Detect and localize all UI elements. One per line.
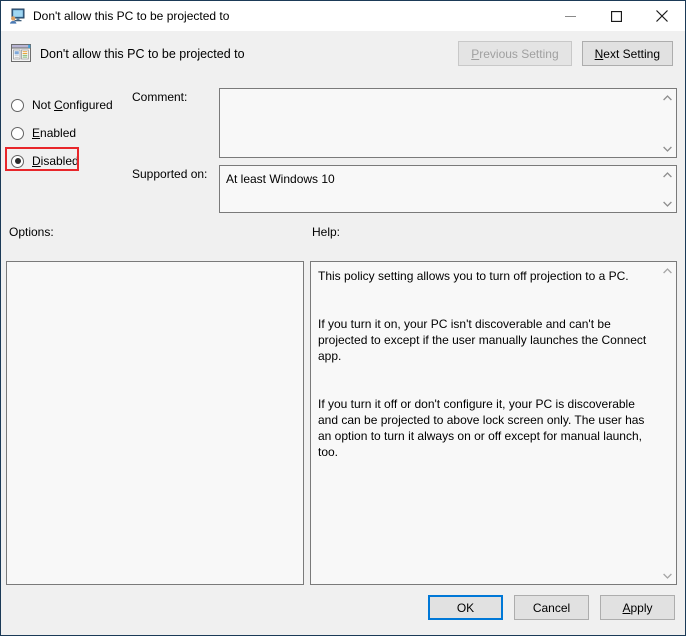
apply-button[interactable]: Apply: [600, 595, 675, 620]
options-label: Options:: [9, 225, 54, 239]
comment-scroll-up-icon[interactable]: [659, 89, 676, 106]
radio-enabled-label: Enabled: [32, 126, 77, 140]
previous-setting-button: Previous Setting: [458, 41, 572, 66]
radio-enabled-mark[interactable]: [11, 126, 24, 140]
next-setting-mnemonic: N: [594, 46, 604, 61]
radio-disabled[interactable]: Disabled: [11, 147, 131, 175]
radio-not-configured-mark[interactable]: [11, 98, 24, 112]
comment-textbox[interactable]: [219, 88, 677, 158]
radio-disabled-mark[interactable]: [11, 154, 24, 168]
caption-buttons: [547, 1, 685, 31]
policy-setting-dialog: Don't allow this PC to be projected to D…: [0, 0, 686, 636]
close-button[interactable]: [639, 1, 685, 31]
title-bar: Don't allow this PC to be projected to: [1, 1, 685, 31]
window-title: Don't allow this PC to be projected to: [33, 9, 230, 23]
previous-setting-label: revious Setting: [479, 46, 559, 61]
next-setting-label: ext Setting: [603, 46, 660, 61]
previous-setting-mnemonic: P: [471, 46, 480, 61]
setting-header: Don't allow this PC to be projected to P…: [2, 31, 685, 83]
apply-label: pply: [630, 600, 653, 615]
radio-enabled[interactable]: Enabled: [11, 119, 131, 147]
options-panel[interactable]: [6, 261, 304, 585]
footer-buttons: OK Cancel Apply: [428, 595, 675, 620]
radio-not-configured[interactable]: Not Configured: [11, 91, 131, 119]
help-scroll-up-icon[interactable]: [659, 262, 676, 279]
supported-on-label: Supported on:: [132, 167, 208, 181]
dialog-footer: OK Cancel Apply: [1, 585, 685, 635]
maximize-button[interactable]: [593, 1, 639, 31]
help-scrollbar[interactable]: [659, 262, 676, 584]
policy-state-radio-group: Not Configured Enabled Disabled: [11, 91, 131, 175]
setting-title: Don't allow this PC to be projected to: [40, 47, 245, 61]
apply-mnemonic: A: [622, 600, 631, 615]
radio-not-configured-label: Not Configured: [32, 98, 113, 112]
help-text: This policy setting allows you to turn o…: [318, 268, 648, 460]
cancel-button[interactable]: Cancel: [514, 595, 589, 620]
comment-label: Comment:: [132, 90, 188, 104]
remote-desktop-icon: [9, 8, 25, 24]
ok-button[interactable]: OK: [428, 595, 503, 620]
supported-on-scroll-up-icon[interactable]: [659, 166, 676, 183]
supported-on-scroll-down-icon[interactable]: [659, 195, 676, 212]
radio-disabled-label: Disabled: [32, 154, 79, 168]
policy-setting-icon: [10, 42, 32, 64]
help-paragraph-2: If you turn it on, your PC isn't discove…: [318, 317, 647, 363]
help-paragraph-3: If you turn it off or don't configure it…: [318, 397, 645, 459]
comment-scroll-down-icon[interactable]: [659, 140, 676, 157]
help-panel[interactable]: This policy setting allows you to turn o…: [310, 261, 677, 585]
next-setting-button[interactable]: Next Setting: [581, 41, 673, 66]
supported-on-textbox[interactable]: At least Windows 10: [219, 165, 677, 213]
supported-on-scrollbar[interactable]: [659, 166, 676, 212]
supported-on-value: At least Windows 10: [226, 172, 335, 186]
help-paragraph-1: This policy setting allows you to turn o…: [318, 269, 629, 283]
help-label: Help:: [312, 225, 341, 239]
help-scroll-down-icon[interactable]: [659, 567, 676, 584]
minimize-button[interactable]: [547, 1, 593, 31]
setting-navigation: Previous Setting Next Setting: [458, 41, 673, 66]
comment-scrollbar[interactable]: [659, 89, 676, 157]
